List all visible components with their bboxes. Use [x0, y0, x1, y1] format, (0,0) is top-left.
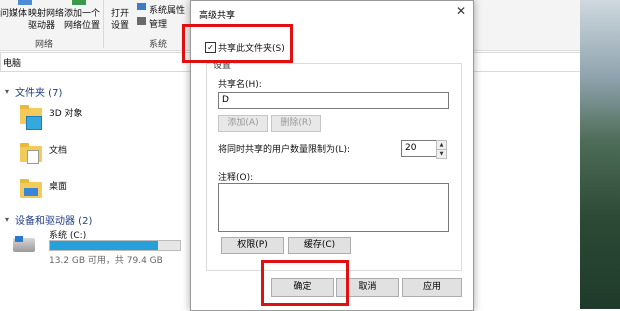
remove-button[interactable]: 删除(R)	[271, 115, 321, 132]
share-name-label: 共享名(H):	[218, 80, 262, 90]
windows-logo-icon	[15, 236, 23, 242]
user-limit-field[interactable]: 20	[401, 140, 437, 157]
ok-highlight-box	[261, 260, 349, 306]
ribbon-group-system: 系统	[149, 40, 168, 50]
apply-button[interactable]: 应用	[402, 278, 462, 297]
desktop-icon	[24, 188, 38, 196]
document-icon	[27, 150, 39, 164]
dialog-title: 高级共享	[199, 11, 236, 21]
add-button[interactable]: 添加(A)	[218, 115, 268, 132]
add-location-button-line2[interactable]: 网络位置	[64, 18, 100, 31]
add-location-icon	[72, 0, 86, 5]
system-properties-button[interactable]: 系统属性	[149, 3, 185, 16]
folder-3d-objects[interactable]: 3D 对象	[49, 106, 83, 119]
manage-icon	[137, 17, 146, 25]
desktop-wallpaper	[580, 0, 620, 309]
ribbon-media-label[interactable]: 问媒体	[0, 6, 27, 19]
open-settings-button-line2[interactable]: 设置	[111, 18, 129, 31]
map-drive-button-line2[interactable]: 驱动器	[28, 18, 55, 31]
drive-c-space: 13.2 GB 可用，共 79.4 GB	[49, 256, 163, 266]
3d-object-icon	[26, 116, 42, 130]
system-properties-icon	[137, 3, 146, 10]
ribbon-separator	[103, 0, 104, 48]
chevron-down-icon[interactable]: ▾	[5, 215, 9, 224]
folders-section-header[interactable]: 文件夹 (7)	[15, 84, 62, 99]
manage-button[interactable]: 管理	[149, 17, 167, 30]
devices-section-header[interactable]: 设备和驱动器 (2)	[15, 212, 92, 227]
chevron-down-icon[interactable]: ▾	[5, 87, 9, 96]
address-text: 电脑	[3, 59, 22, 69]
ribbon-group-network: 网络	[35, 40, 54, 50]
share-name-field[interactable]: D	[218, 92, 449, 109]
caching-button[interactable]: 缓存(C)	[288, 237, 351, 254]
comment-label: 注释(O):	[218, 173, 254, 183]
spin-down-icon[interactable]: ▼	[436, 149, 447, 159]
user-limit-label: 将同时共享的用户数量限制为(L):	[218, 145, 351, 155]
folder-documents[interactable]: 文档	[49, 143, 67, 156]
permissions-button[interactable]: 权限(P)	[221, 237, 284, 254]
drive-usage-fill	[50, 241, 158, 250]
folder-desktop[interactable]: 桌面	[49, 179, 67, 192]
checkbox-highlight-box	[182, 24, 293, 63]
map-drive-icon	[18, 0, 32, 5]
comment-field[interactable]	[218, 183, 449, 232]
drive-usage-bar	[49, 240, 181, 251]
close-icon[interactable]: ✕	[454, 4, 468, 18]
